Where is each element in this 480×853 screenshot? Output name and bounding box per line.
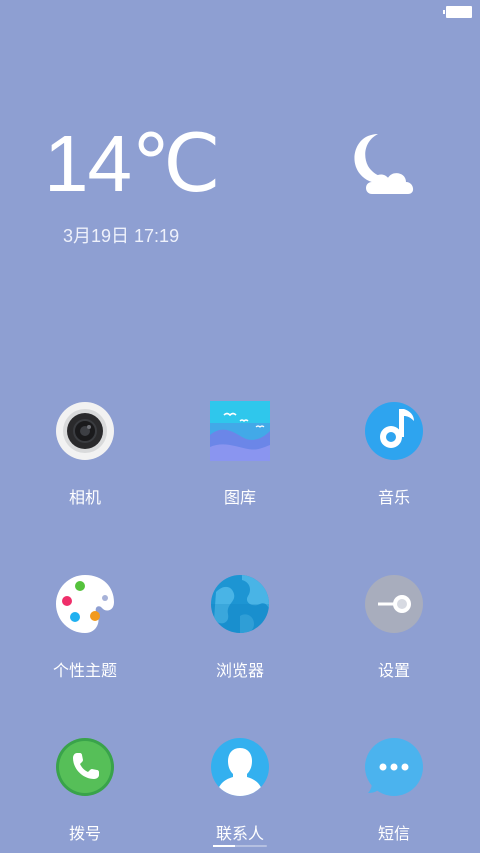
app-label: 相机	[68, 488, 101, 507]
app-phone[interactable]: 拨号	[25, 737, 145, 844]
music-icon	[365, 402, 423, 460]
page-indicator	[213, 845, 267, 847]
settings-toggle-icon	[365, 575, 423, 633]
camera-icon	[56, 402, 114, 460]
app-label: 浏览器	[215, 661, 264, 680]
browser-globe-icon	[211, 575, 269, 633]
app-camera[interactable]: 相机	[25, 401, 145, 508]
app-themes[interactable]: 个性主题	[25, 574, 145, 681]
app-gallery[interactable]: 图库	[180, 401, 300, 508]
message-icon	[365, 738, 423, 796]
app-settings[interactable]: 设置	[334, 574, 454, 681]
app-label: 短信	[377, 824, 410, 843]
page-indicator-active	[213, 845, 235, 847]
theme-palette-icon	[56, 575, 114, 633]
contacts-icon	[211, 738, 269, 796]
app-label: 音乐	[377, 488, 410, 507]
app-grid: 相机 图库 音乐 个性主题 浏览器 设置 拨号 联系人 短信	[0, 0, 480, 853]
gallery-icon	[210, 401, 270, 461]
app-label: 联系人	[215, 824, 264, 843]
app-label: 个性主题	[52, 661, 117, 680]
app-music[interactable]: 音乐	[334, 401, 454, 508]
app-label: 拨号	[68, 824, 101, 843]
app-label: 图库	[223, 488, 256, 507]
phone-icon	[56, 738, 114, 796]
app-label: 设置	[377, 661, 410, 680]
app-browser[interactable]: 浏览器	[180, 574, 300, 681]
app-contacts[interactable]: 联系人	[180, 737, 300, 844]
app-messages[interactable]: 短信	[334, 737, 454, 844]
